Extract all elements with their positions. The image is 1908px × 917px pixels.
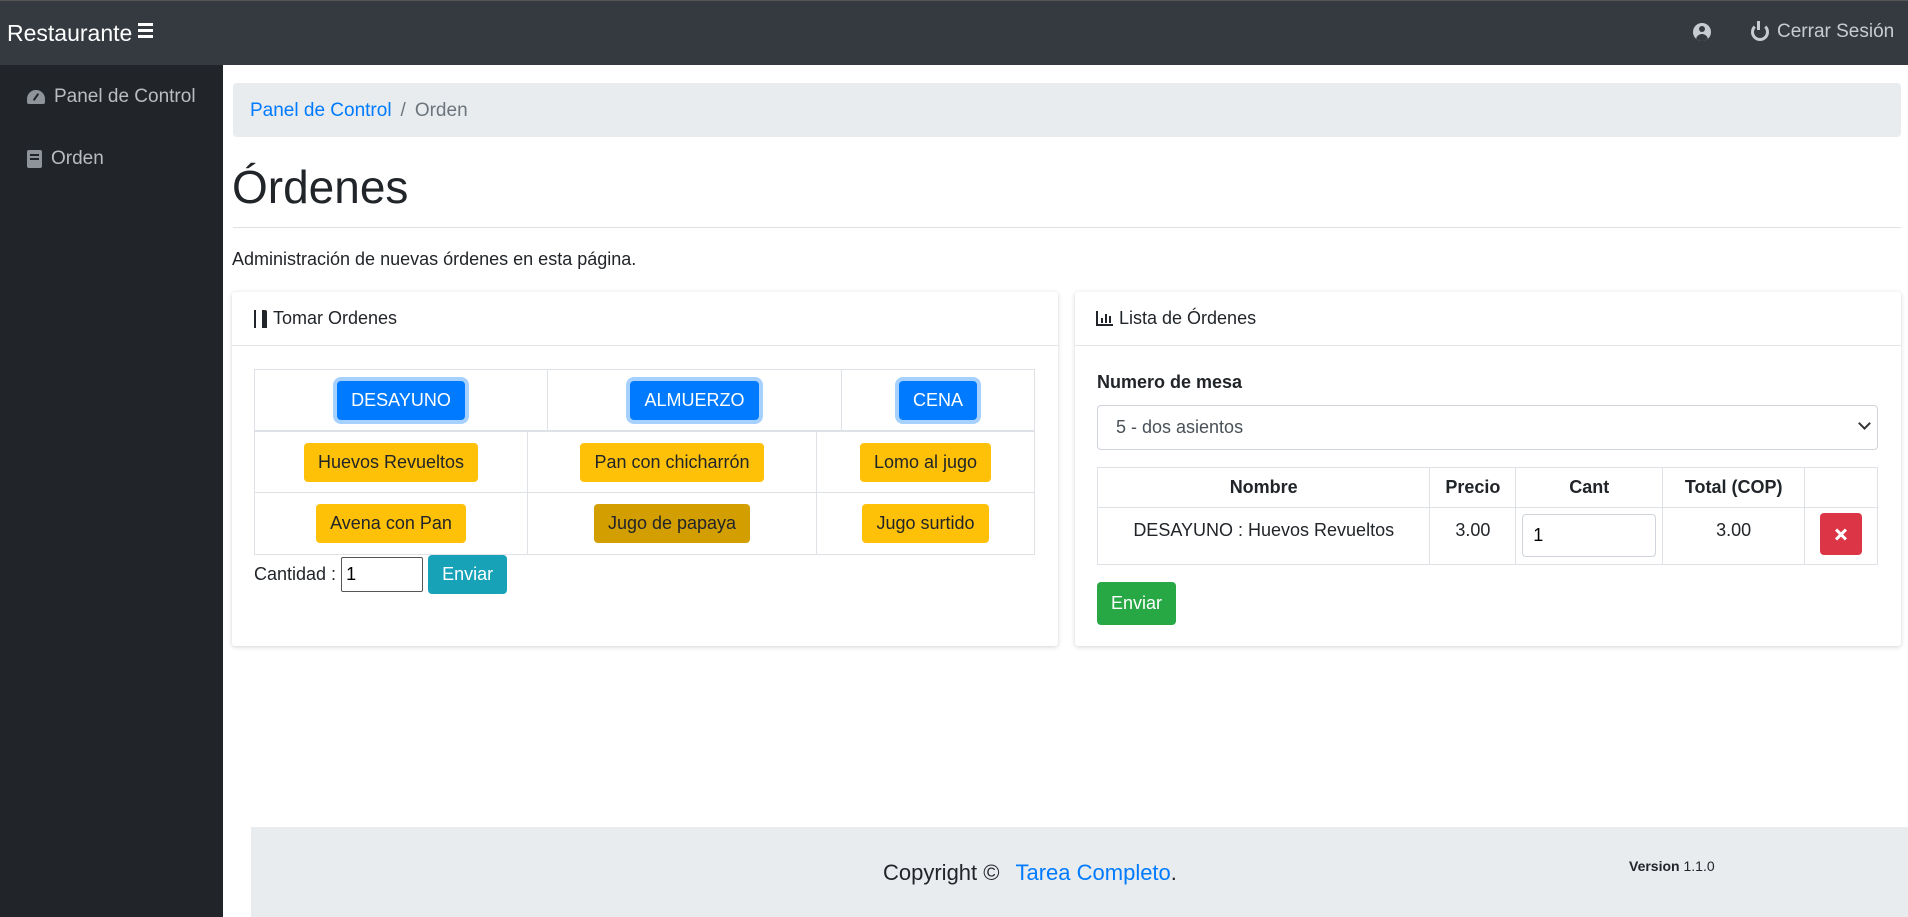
footer-link[interactable]: Tarea Completo <box>1015 860 1170 885</box>
menu-item-cell: Avena con Pan <box>255 493 528 554</box>
take-orders-title: Tomar Ordenes <box>273 308 398 328</box>
take-orders-header: Tomar Ordenes <box>232 292 1058 346</box>
order-item-actions <box>1804 507 1878 565</box>
table-row: DESAYUNO : Huevos Revueltos 3.00 3.00 <box>1096 507 1878 565</box>
sidebar-item-label: Orden <box>51 148 104 169</box>
send-order-item-button[interactable]: Enviar <box>428 555 508 594</box>
menu-item-button[interactable]: Huevos Revueltos <box>303 442 479 482</box>
category-row: DESAYUNO ALMUERZO CENA <box>254 369 1035 431</box>
order-item-name: DESAYUNO : Huevos Revueltos <box>1096 507 1431 565</box>
category-almuerzo-button[interactable]: ALMUERZO <box>630 380 759 420</box>
bar-chart-icon <box>1096 311 1113 326</box>
column-header: Total (COP) <box>1662 467 1806 508</box>
logout-label: Cerrar Sesión <box>1777 21 1895 42</box>
column-header <box>1804 467 1878 508</box>
menu-toggle-icon[interactable] <box>138 23 153 39</box>
power-icon <box>1751 21 1769 41</box>
book-icon <box>27 150 42 168</box>
sidebar-item-orden[interactable]: Orden <box>27 148 104 170</box>
logout-button[interactable]: Cerrar Sesión <box>1751 21 1894 43</box>
menu-item-cell: Lomo al jugo <box>817 432 1034 493</box>
page-subtitle: Administración de nuevas órdenes en esta… <box>232 249 637 269</box>
tachometer-icon <box>27 90 45 104</box>
quantity-label: Cantidad : <box>254 564 337 584</box>
menu-item-button[interactable]: Jugo de papaya <box>593 504 751 543</box>
breadcrumb: Panel de Control / Orden <box>233 83 1901 137</box>
top-navbar: Restaurante Cerrar Sesión <box>0 0 1908 65</box>
menu-item-cell: Jugo surtido <box>817 493 1034 554</box>
menu-item-cell: Huevos Revueltos <box>255 432 528 493</box>
order-item-qty-cell <box>1515 507 1664 565</box>
footer-copyright: Copyright © Tarea Completo. <box>883 860 1177 886</box>
column-header: Precio <box>1429 467 1517 508</box>
chevron-down-icon <box>1858 417 1871 430</box>
page-title: Órdenes <box>232 161 409 213</box>
menu-item-button[interactable]: Jugo surtido <box>862 504 989 543</box>
category-desayuno-button[interactable]: DESAYUNO <box>337 380 465 420</box>
breadcrumb-link-panel[interactable]: Panel de Control <box>250 100 392 121</box>
version-number: 1.1.0 <box>1683 858 1715 874</box>
version-info: Version 1.1.0 <box>1629 858 1715 874</box>
delete-order-item-button[interactable] <box>1820 513 1863 555</box>
menu-item-button[interactable]: Lomo al jugo <box>859 442 992 482</box>
quantity-input[interactable] <box>341 557 424 592</box>
quantity-row: Cantidad : Enviar <box>254 555 508 594</box>
category-cell: ALMUERZO <box>548 370 842 431</box>
table-number-select[interactable]: 5 - dos asientos <box>1097 405 1878 450</box>
category-cell: CENA <box>842 370 1034 431</box>
sidebar-item-panel-de-control[interactable]: Panel de Control <box>27 86 196 108</box>
copyright-text: Copyright © <box>883 860 1000 885</box>
order-table: Nombre Precio Cant Total (COP) DESAYUNO … <box>1096 467 1878 565</box>
utensils-icon <box>253 309 267 328</box>
version-label: Version <box>1629 858 1680 874</box>
table-number-value: 5 - dos asientos <box>1116 417 1244 437</box>
breadcrumb-separator: / <box>400 100 406 121</box>
order-item-price: 3.00 <box>1429 507 1517 565</box>
menu-item-button[interactable]: Avena con Pan <box>316 504 466 543</box>
breadcrumb-current: Orden <box>414 100 468 121</box>
column-header: Nombre <box>1096 467 1431 508</box>
table-number-label: Numero de mesa <box>1097 372 1243 392</box>
order-item-total: 3.00 <box>1662 507 1806 565</box>
sidebar: Panel de Control Orden <box>0 65 223 917</box>
order-item-qty-input[interactable] <box>1522 514 1657 557</box>
send-orders-button[interactable]: Enviar <box>1097 582 1177 625</box>
menu-items-grid: Huevos Revueltos Pan con chicharrón Lomo… <box>254 430 1035 555</box>
menu-item-cell: Jugo de papaya <box>528 493 817 554</box>
order-list-title: Lista de Órdenes <box>1119 308 1257 328</box>
user-icon[interactable] <box>1693 23 1711 41</box>
copyright-period: . <box>1170 860 1177 885</box>
column-header: Cant <box>1515 467 1664 508</box>
menu-item-button[interactable]: Pan con chicharrón <box>580 442 764 482</box>
order-list-header: Lista de Órdenes <box>1075 292 1901 346</box>
sidebar-item-label: Panel de Control <box>54 86 196 107</box>
menu-item-cell: Pan con chicharrón <box>528 432 817 493</box>
category-cell: DESAYUNO <box>255 370 548 431</box>
brand-title[interactable]: Restaurante <box>7 20 132 47</box>
category-cena-button[interactable]: CENA <box>898 380 977 420</box>
divider <box>233 227 1901 228</box>
